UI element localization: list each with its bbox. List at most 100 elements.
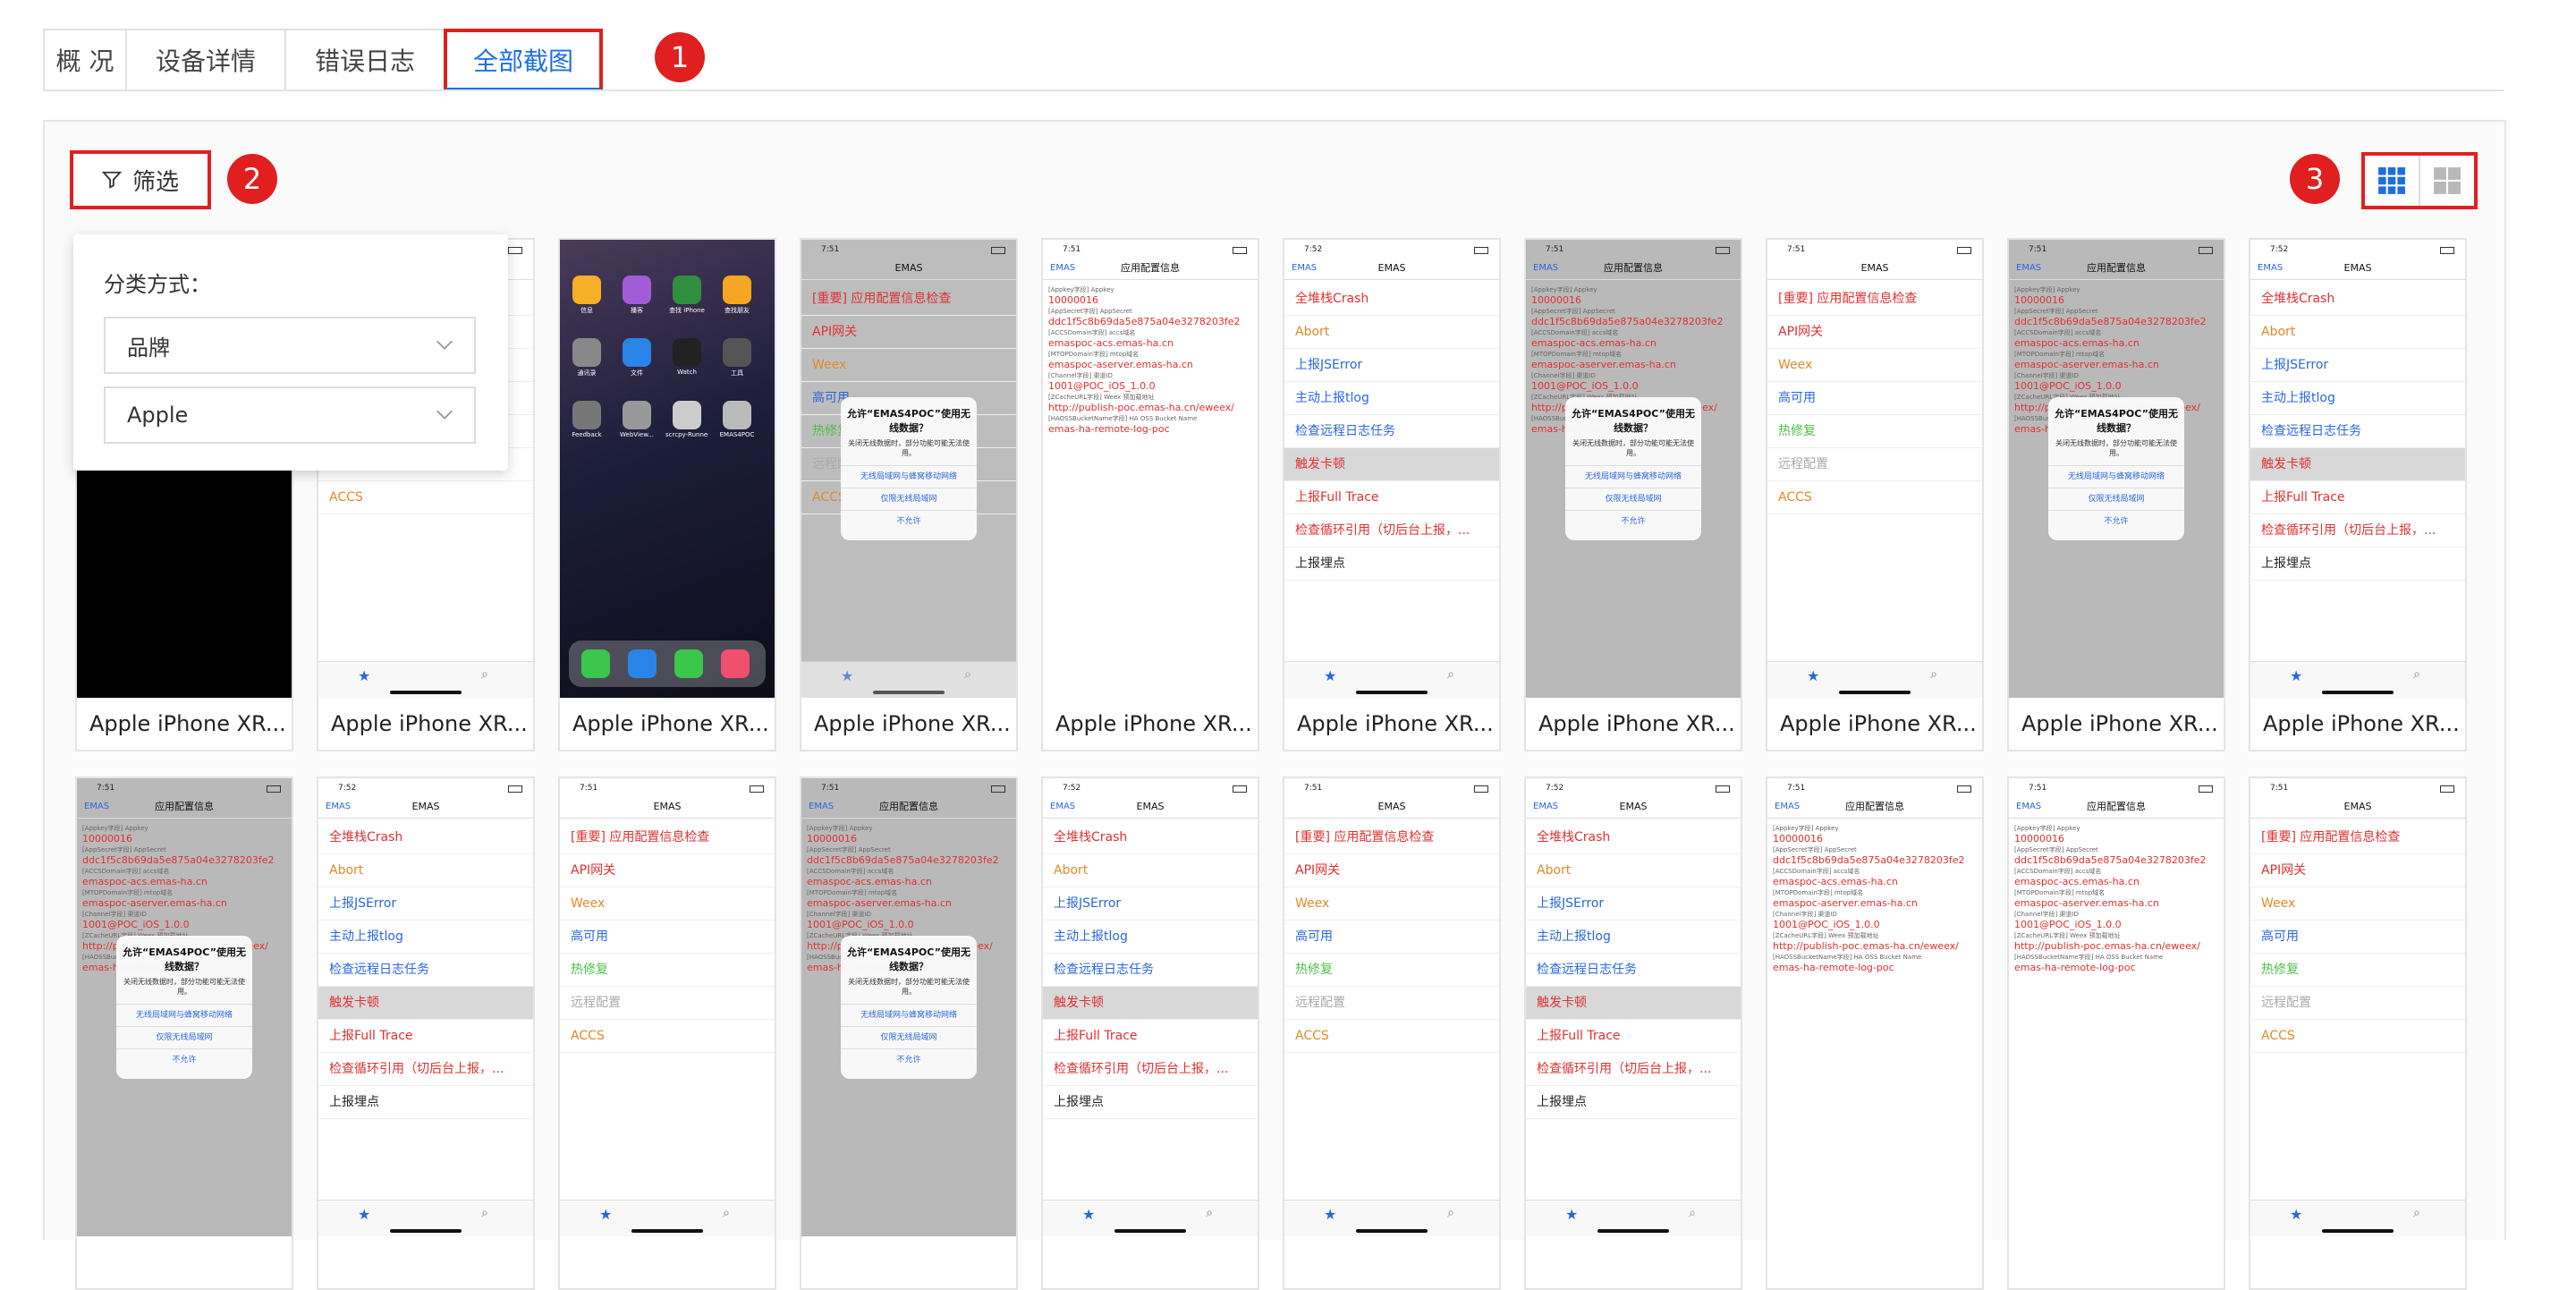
menu-item[interactable]: Weex <box>801 349 1016 382</box>
tab-error-log[interactable]: 错误日志 <box>284 29 444 91</box>
menu-item[interactable]: Weex <box>1767 349 1982 382</box>
app-icon[interactable] <box>572 401 601 429</box>
menu-item[interactable]: 检查循环引用（切后台上报，... <box>1284 514 1499 547</box>
menu-item[interactable]: 触发卡顿 <box>1043 987 1258 1020</box>
menu-item[interactable]: 上报埋点 <box>2250 547 2465 581</box>
menu-item[interactable]: 上报JSError <box>1284 349 1499 382</box>
menu-item[interactable]: 热修复 <box>2250 954 2465 987</box>
app-icon[interactable] <box>572 338 601 367</box>
menu-item[interactable]: 高可用 <box>1767 382 1982 415</box>
menu-item[interactable]: Abort <box>1284 316 1499 349</box>
app-icon[interactable] <box>673 276 701 304</box>
alert-option[interactable]: 不允许 <box>841 1048 977 1071</box>
screenshot-thumbnail[interactable]: 7:51 EMAS 应用配置信息 [Appkey字段] Appkey 10000016[… <box>77 778 292 1236</box>
screenshot-card[interactable]: 7:51EMAS[重要] 应用配置信息检查API网关Weex高可用热修复远程配置… <box>2249 777 2467 1290</box>
menu-item[interactable]: Abort <box>318 854 533 887</box>
screenshot-thumbnail[interactable]: 7:51 EMAS 应用配置信息 [Appkey字段] Appkey 10000016[… <box>2009 778 2224 1236</box>
back-link[interactable]: EMAS <box>1292 258 1317 279</box>
menu-item[interactable]: 上报Full Trace <box>1043 1020 1258 1053</box>
alert-option[interactable]: 无线局域网与蜂窝移动网络 <box>1565 465 1701 488</box>
screenshot-thumbnail[interactable]: 7:51 EMAS 应用配置信息 [Appkey字段] Appkey 10000016[… <box>2009 240 2224 698</box>
menu-item[interactable]: 高可用 <box>560 921 775 954</box>
menu-item[interactable]: ACCS <box>1284 1020 1499 1053</box>
menu-item[interactable]: 上报Full Trace <box>1284 481 1499 514</box>
screenshot-card[interactable]: 7:52 EMAS EMAS 全堆栈Crash Abort 上报JSError 主动上报tl… <box>1283 238 1501 751</box>
menu-item[interactable]: API网关 <box>801 316 1016 349</box>
menu-item[interactable]: 触发卡顿 <box>2250 448 2465 481</box>
menu-item[interactable]: API网关 <box>2250 854 2465 887</box>
screenshot-card[interactable]: 7:51EMAS[重要] 应用配置信息检查API网关Weex高可用热修复远程配置… <box>800 238 1018 751</box>
screenshot-card[interactable]: 7:51EMAS[重要] 应用配置信息检查API网关Weex高可用热修复远程配置… <box>558 777 776 1290</box>
menu-item[interactable]: 检查远程日志任务 <box>1284 415 1499 448</box>
menu-item[interactable]: 主动上报tlog <box>1526 921 1741 954</box>
menu-item[interactable]: 上报JSError <box>318 887 533 921</box>
alert-option[interactable]: 不允许 <box>1565 510 1701 532</box>
menu-item[interactable]: 热修复 <box>560 954 775 987</box>
screenshot-thumbnail[interactable]: 7:52 EMAS EMAS 全堆栈Crash Abort 上报JSError 主动上报tl… <box>1043 778 1258 1236</box>
menu-item[interactable]: 主动上报tlog <box>1284 382 1499 415</box>
menu-item[interactable]: 全堆栈Crash <box>1284 283 1499 316</box>
menu-item[interactable]: 主动上报tlog <box>318 921 533 954</box>
back-link[interactable]: EMAS <box>809 796 834 818</box>
back-link[interactable]: EMAS <box>1533 796 1558 818</box>
menu-item[interactable]: Weex <box>1284 887 1499 921</box>
menu-item[interactable]: 检查远程日志任务 <box>1526 954 1741 987</box>
menu-item[interactable]: 高可用 <box>1284 921 1499 954</box>
screenshot-thumbnail[interactable]: 7:51EMAS[重要] 应用配置信息检查API网关Weex高可用热修复远程配置… <box>560 778 775 1236</box>
alert-option[interactable]: 无线局域网与蜂窝移动网络 <box>116 1004 252 1026</box>
menu-item[interactable]: [重要] 应用配置信息检查 <box>2250 821 2465 854</box>
app-icon[interactable] <box>572 276 601 304</box>
alert-option[interactable]: 仅限无线局域网 <box>1565 488 1701 510</box>
alert-option[interactable]: 仅限无线局域网 <box>2048 488 2184 510</box>
back-link[interactable]: EMAS <box>1050 258 1075 279</box>
menu-item[interactable]: ACCS <box>1767 481 1982 514</box>
menu-item[interactable]: 检查远程日志任务 <box>2250 415 2465 448</box>
menu-item[interactable]: 主动上报tlog <box>2250 382 2465 415</box>
menu-item[interactable]: ACCS <box>2250 1020 2465 1053</box>
alert-option[interactable]: 不允许 <box>116 1048 252 1071</box>
app-icon[interactable] <box>723 401 751 429</box>
menu-item[interactable]: 上报埋点 <box>318 1086 533 1119</box>
app-icon[interactable] <box>723 338 751 367</box>
menu-item[interactable]: ACCS <box>560 1020 775 1053</box>
menu-item[interactable]: 热修复 <box>1767 415 1982 448</box>
menu-item[interactable]: Abort <box>2250 316 2465 349</box>
back-link[interactable]: EMAS <box>1050 796 1075 818</box>
menu-item[interactable]: 上报埋点 <box>1284 547 1499 581</box>
alert-option[interactable]: 仅限无线局域网 <box>841 488 977 510</box>
app-icon[interactable] <box>673 401 701 429</box>
screenshot-thumbnail[interactable]: 7:51 EMAS 应用配置信息 [Appkey字段] Appkey 10000016[… <box>1043 240 1258 698</box>
screenshot-thumbnail[interactable]: 7:51 EMAS 应用配置信息 [Appkey字段] Appkey 10000016[… <box>801 778 1016 1236</box>
menu-item[interactable]: Abort <box>1526 854 1741 887</box>
menu-item[interactable]: 上报埋点 <box>1043 1086 1258 1119</box>
menu-item[interactable]: 高可用 <box>2250 921 2465 954</box>
menu-item[interactable]: Abort <box>1043 854 1258 887</box>
menu-item[interactable]: 检查远程日志任务 <box>1043 954 1258 987</box>
screenshot-card[interactable]: 7:52 EMAS EMAS 全堆栈Crash Abort 上报JSError 主动上报tl… <box>2249 238 2467 751</box>
menu-item[interactable]: 全堆栈Crash <box>2250 283 2465 316</box>
screenshot-card[interactable]: 7:51EMAS[重要] 应用配置信息检查API网关Weex高可用热修复远程配置… <box>1283 777 1501 1290</box>
menu-item[interactable]: 检查循环引用（切后台上报，... <box>1526 1053 1741 1086</box>
dock-app-icon[interactable] <box>721 649 750 678</box>
menu-item[interactable]: 检查循环引用（切后台上报，... <box>1043 1053 1258 1086</box>
category-select[interactable]: 品牌 <box>104 317 476 374</box>
dock-app-icon[interactable] <box>628 649 657 678</box>
screenshot-thumbnail[interactable]: 7:51 EMAS 应用配置信息 [Appkey字段] Appkey 10000016[… <box>1767 778 1982 1236</box>
menu-item[interactable]: 全堆栈Crash <box>1043 821 1258 854</box>
tab-overview[interactable]: 概 况 <box>43 29 125 91</box>
tab-all-screenshots[interactable]: 全部截图 <box>444 29 603 91</box>
screenshot-card[interactable]: 7:51 EMAS 应用配置信息 [Appkey字段] Appkey 10000016[… <box>2007 238 2225 751</box>
menu-item[interactable]: [重要] 应用配置信息检查 <box>801 283 1016 316</box>
menu-item[interactable]: [重要] 应用配置信息检查 <box>1284 821 1499 854</box>
dock-app-icon[interactable] <box>674 649 703 678</box>
screenshot-card[interactable]: 信息 播客 查找 iPhone 查找朋友 通讯录 文件 Watch 工具 Feedback Web… <box>558 238 776 751</box>
back-link[interactable]: EMAS <box>1533 258 1558 279</box>
alert-option[interactable]: 无线局域网与蜂窝移动网络 <box>2048 465 2184 488</box>
menu-item[interactable]: 全堆栈Crash <box>318 821 533 854</box>
menu-item[interactable]: 检查循环引用（切后台上报，... <box>318 1053 533 1086</box>
screenshot-thumbnail[interactable]: 7:51EMAS[重要] 应用配置信息检查API网关Weex高可用热修复远程配置… <box>2250 778 2465 1236</box>
screenshot-thumbnail[interactable]: 7:51EMAS[重要] 应用配置信息检查API网关Weex高可用热修复远程配置… <box>801 240 1016 698</box>
back-link[interactable]: EMAS <box>2258 258 2283 279</box>
app-icon[interactable] <box>723 276 751 304</box>
menu-item[interactable]: Weex <box>2250 887 2465 921</box>
